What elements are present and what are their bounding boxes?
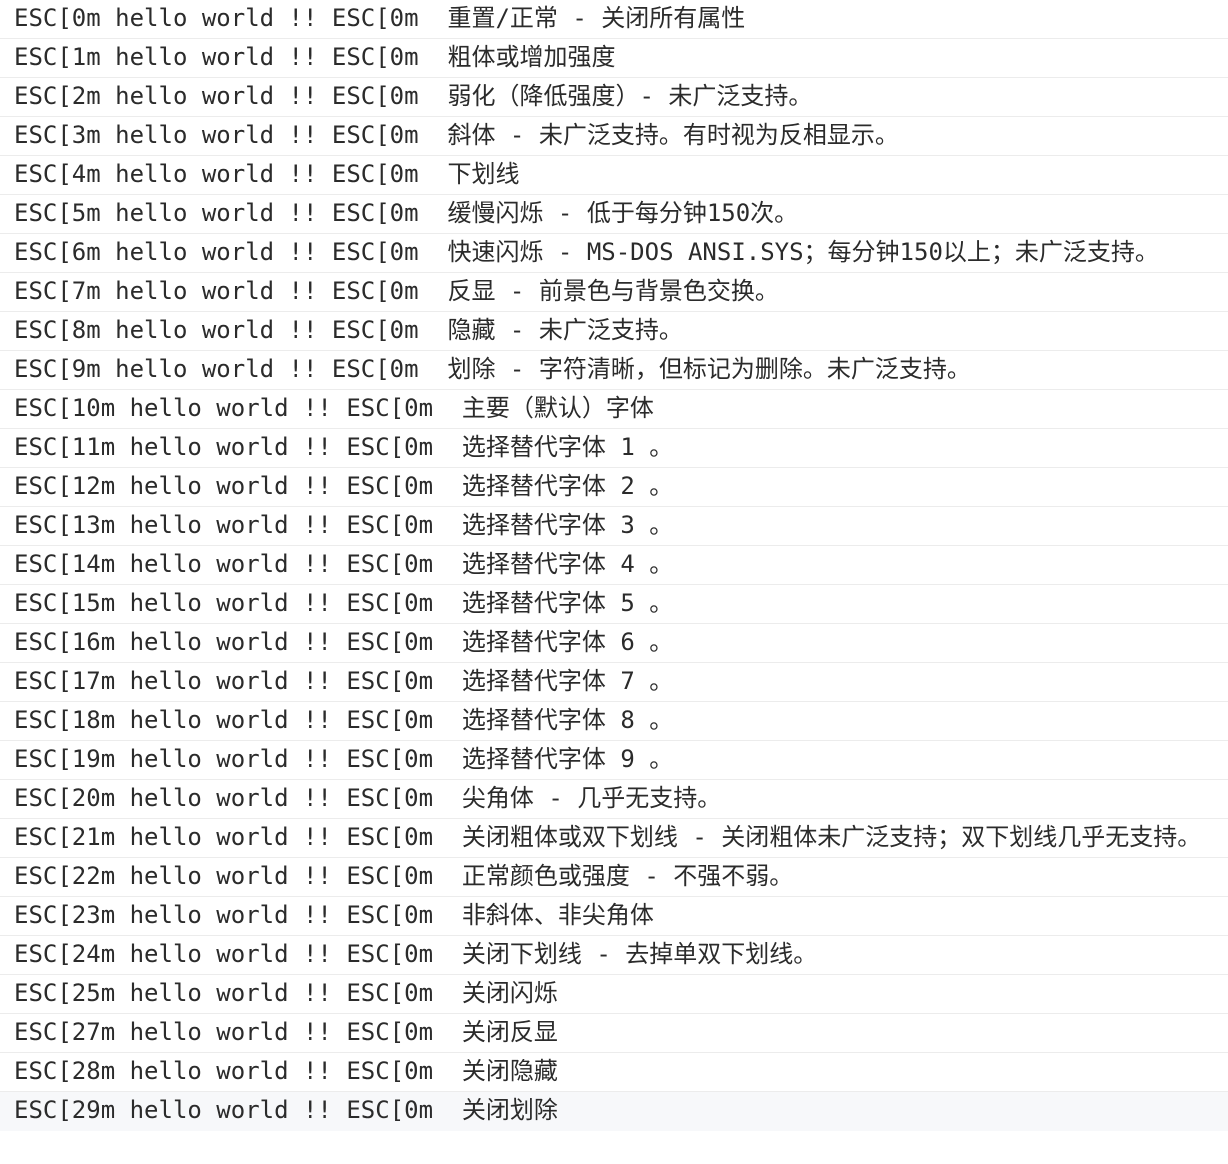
console-line-text: ESC[2m hello world !! ESC[0m 弱化（降低强度）- 未… [14, 82, 813, 110]
console-line-text: ESC[6m hello world !! ESC[0m 快速闪烁 - MS-D… [14, 238, 1159, 266]
console-line: ESC[10m hello world !! ESC[0m 主要（默认）字体 [0, 390, 1228, 429]
console-line: ESC[19m hello world !! ESC[0m 选择替代字体 9 。 [0, 741, 1228, 780]
console-line-text: ESC[13m hello world !! ESC[0m 选择替代字体 3 。 [14, 511, 674, 539]
console-line-text: ESC[14m hello world !! ESC[0m 选择替代字体 4 。 [14, 550, 674, 578]
console-line-text: ESC[10m hello world !! ESC[0m 主要（默认）字体 [14, 394, 654, 422]
console-line: ESC[14m hello world !! ESC[0m 选择替代字体 4 。 [0, 546, 1228, 585]
console-line-text: ESC[15m hello world !! ESC[0m 选择替代字体 5 。 [14, 589, 674, 617]
console-line: ESC[11m hello world !! ESC[0m 选择替代字体 1 。 [0, 429, 1228, 468]
console-line-text: ESC[12m hello world !! ESC[0m 选择替代字体 2 。 [14, 472, 674, 500]
console-line-text: ESC[24m hello world !! ESC[0m 关闭下划线 - 去掉… [14, 940, 818, 968]
console-line-text: ESC[18m hello world !! ESC[0m 选择替代字体 8 。 [14, 706, 674, 734]
console-line-text: ESC[17m hello world !! ESC[0m 选择替代字体 7 。 [14, 667, 674, 695]
console-line: ESC[8m hello world !! ESC[0m 隐藏 - 未广泛支持。 [0, 312, 1228, 351]
console-line: ESC[28m hello world !! ESC[0m 关闭隐藏 [0, 1053, 1228, 1092]
console-line: ESC[6m hello world !! ESC[0m 快速闪烁 - MS-D… [0, 234, 1228, 273]
console-line: ESC[27m hello world !! ESC[0m 关闭反显 [0, 1014, 1228, 1053]
console-line-text: ESC[3m hello world !! ESC[0m 斜体 - 未广泛支持。… [14, 121, 899, 149]
console-line: ESC[3m hello world !! ESC[0m 斜体 - 未广泛支持。… [0, 117, 1228, 156]
console-line: ESC[22m hello world !! ESC[0m 正常颜色或强度 - … [0, 858, 1228, 897]
console-line: ESC[16m hello world !! ESC[0m 选择替代字体 6 。 [0, 624, 1228, 663]
console-line-text: ESC[21m hello world !! ESC[0m 关闭粗体或双下划线 … [14, 823, 1202, 851]
console-line: ESC[23m hello world !! ESC[0m 非斜体、非尖角体 [0, 897, 1228, 936]
console-line-text: ESC[23m hello world !! ESC[0m 非斜体、非尖角体 [14, 901, 654, 929]
console-line-text: ESC[4m hello world !! ESC[0m 下划线 [14, 160, 520, 188]
console-line: ESC[5m hello world !! ESC[0m 缓慢闪烁 - 低于每分… [0, 195, 1228, 234]
console-line-text: ESC[1m hello world !! ESC[0m 粗体或增加强度 [14, 43, 616, 71]
console-line-text: ESC[25m hello world !! ESC[0m 关闭闪烁 [14, 979, 558, 1007]
console-output: ESC[0m hello world !! ESC[0m 重置/正常 - 关闭所… [0, 0, 1228, 1164]
console-line-text: ESC[5m hello world !! ESC[0m 缓慢闪烁 - 低于每分… [14, 199, 799, 227]
console-line: ESC[15m hello world !! ESC[0m 选择替代字体 5 。 [0, 585, 1228, 624]
console-line-text: ESC[29m hello world !! ESC[0m 关闭划除 [14, 1096, 558, 1124]
console-line-text: ESC[20m hello world !! ESC[0m 尖角体 - 几乎无支… [14, 784, 722, 812]
console-line: ESC[9m hello world !! ESC[0m 划除 - 字符清晰，但… [0, 351, 1228, 390]
console-line-text: ESC[27m hello world !! ESC[0m 关闭反显 [14, 1018, 558, 1046]
console-line-text: ESC[8m hello world !! ESC[0m 隐藏 - 未广泛支持。 [14, 316, 683, 344]
console-line-text: ESC[19m hello world !! ESC[0m 选择替代字体 9 。 [14, 745, 674, 773]
console-line: ESC[17m hello world !! ESC[0m 选择替代字体 7 。 [0, 663, 1228, 702]
console-line: ESC[2m hello world !! ESC[0m 弱化（降低强度）- 未… [0, 78, 1228, 117]
console-line-text: ESC[11m hello world !! ESC[0m 选择替代字体 1 。 [14, 433, 674, 461]
console-line: ESC[20m hello world !! ESC[0m 尖角体 - 几乎无支… [0, 780, 1228, 819]
console-line-text: ESC[28m hello world !! ESC[0m 关闭隐藏 [14, 1057, 558, 1085]
console-line: ESC[12m hello world !! ESC[0m 选择替代字体 2 。 [0, 468, 1228, 507]
console-line: ESC[0m hello world !! ESC[0m 重置/正常 - 关闭所… [0, 0, 1228, 39]
console-line: ESC[13m hello world !! ESC[0m 选择替代字体 3 。 [0, 507, 1228, 546]
console-line-text: ESC[0m hello world !! ESC[0m 重置/正常 - 关闭所… [14, 4, 746, 32]
console-line-text: ESC[9m hello world !! ESC[0m 划除 - 字符清晰，但… [14, 355, 971, 383]
console-line: ESC[7m hello world !! ESC[0m 反显 - 前景色与背景… [0, 273, 1228, 312]
console-line: ESC[18m hello world !! ESC[0m 选择替代字体 8 。 [0, 702, 1228, 741]
console-line: ESC[25m hello world !! ESC[0m 关闭闪烁 [0, 975, 1228, 1014]
console-line: ESC[21m hello world !! ESC[0m 关闭粗体或双下划线 … [0, 819, 1228, 858]
console-line-text: ESC[7m hello world !! ESC[0m 反显 - 前景色与背景… [14, 277, 779, 305]
console-line-text: ESC[22m hello world !! ESC[0m 正常颜色或强度 - … [14, 862, 794, 890]
console-line: ESC[29m hello world !! ESC[0m 关闭划除 [0, 1092, 1228, 1131]
console-line: ESC[4m hello world !! ESC[0m 下划线 [0, 156, 1228, 195]
console-line-text: ESC[16m hello world !! ESC[0m 选择替代字体 6 。 [14, 628, 674, 656]
console-line: ESC[24m hello world !! ESC[0m 关闭下划线 - 去掉… [0, 936, 1228, 975]
console-line: ESC[1m hello world !! ESC[0m 粗体或增加强度 [0, 39, 1228, 78]
